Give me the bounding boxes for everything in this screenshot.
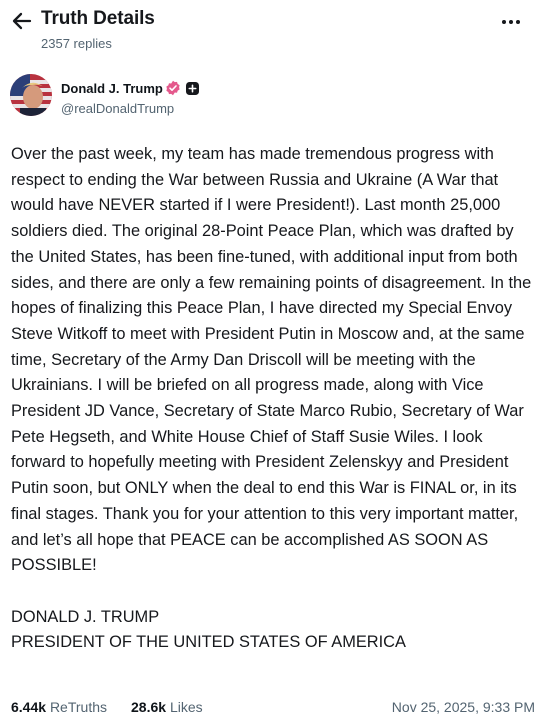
plus-badge-icon — [186, 82, 199, 95]
page-title: Truth Details — [41, 8, 155, 29]
retruths-count: 6.44k — [11, 699, 47, 715]
likes-stat[interactable]: 28.6k Likes — [131, 699, 203, 715]
retruths-stat[interactable]: 6.44k ReTruths — [11, 699, 107, 715]
author-block: Donald J. Trump @realDonaldTrump — [10, 74, 310, 122]
replies-count: 2357 replies — [41, 36, 112, 51]
likes-count: 28.6k — [131, 699, 167, 715]
page-header: Truth Details 2357 replies — [0, 0, 545, 60]
ellipsis-icon[interactable] — [499, 13, 523, 31]
author-handle[interactable]: @realDonaldTrump — [61, 101, 174, 116]
avatar[interactable] — [10, 74, 52, 116]
retruths-label: ReTruths — [49, 699, 107, 715]
post-timestamp: Nov 25, 2025, 9:33 PM — [391, 699, 535, 715]
post-stats: 6.44k ReTruths 28.6k Likes Nov 25, 2025,… — [11, 699, 535, 721]
verified-badge-icon — [166, 80, 180, 96]
arrow-left-icon[interactable] — [10, 9, 34, 33]
author-name[interactable]: Donald J. Trump — [61, 81, 163, 96]
likes-label: Likes — [169, 699, 203, 715]
post-text: Over the past week, my team has made tre… — [11, 145, 532, 652]
